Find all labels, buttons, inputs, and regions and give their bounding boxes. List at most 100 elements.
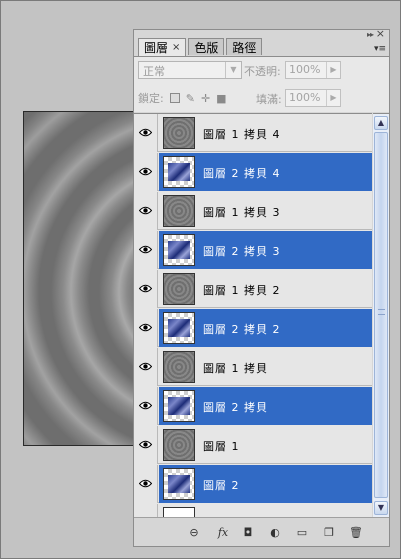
layer-name-area[interactable]: 圖層 2 拷貝 4 bbox=[159, 153, 372, 191]
layer-row[interactable]: 圖層 2 拷貝 4 bbox=[134, 153, 372, 191]
tab-layers[interactable]: 圖層 × bbox=[138, 38, 187, 56]
layer-row[interactable]: 圖層 2 拷貝 3 bbox=[134, 231, 372, 269]
mask-icon[interactable]: ◘ bbox=[241, 526, 255, 539]
lock-transparency-icon[interactable] bbox=[169, 93, 180, 103]
eye-icon bbox=[139, 479, 152, 488]
layer-name-area[interactable]: 背景 bbox=[159, 504, 372, 517]
panel-close-icon[interactable]: × bbox=[376, 28, 385, 40]
layer-list-scrollbar[interactable]: ▲ ▼ bbox=[373, 113, 389, 517]
layer-name: 圖層 1 拷貝 4 bbox=[203, 128, 281, 141]
layer-row[interactable]: 圖層 2 拷貝 bbox=[134, 387, 372, 425]
eye-icon bbox=[139, 245, 152, 254]
blend-mode-value: 正常 bbox=[143, 65, 165, 78]
scroll-down-icon[interactable]: ▼ bbox=[374, 501, 388, 515]
layer-name-area[interactable]: 圖層 2 拷貝 2 bbox=[159, 309, 372, 347]
link-icon[interactable]: ⊖ bbox=[187, 526, 201, 539]
trash-icon[interactable]: 🗑 bbox=[349, 526, 363, 539]
eye-icon bbox=[139, 323, 152, 332]
fill-slider-icon[interactable]: ▶ bbox=[326, 90, 340, 106]
layer-row[interactable]: 圖層 2 拷貝 2 bbox=[134, 309, 372, 347]
layer-name-area[interactable]: 圖層 1 拷貝 4 bbox=[159, 114, 372, 152]
visibility-toggle[interactable] bbox=[134, 309, 158, 347]
eye-icon bbox=[139, 206, 152, 215]
visibility-toggle[interactable] bbox=[134, 270, 158, 308]
layer-row[interactable]: 背景 bbox=[134, 504, 372, 517]
layer-name-area[interactable]: 圖層 1 拷貝 bbox=[159, 348, 372, 386]
collapse-icon[interactable]: ▸▸ bbox=[367, 31, 374, 39]
layer-name-area[interactable]: 圖層 2 拷貝 3 bbox=[159, 231, 372, 269]
tab-label: 圖層 bbox=[144, 41, 169, 55]
eye-icon bbox=[139, 362, 152, 371]
opacity-slider-icon[interactable]: ▶ bbox=[326, 62, 340, 78]
layer-name: 圖層 1 拷貝 2 bbox=[203, 284, 281, 297]
new-layer-icon[interactable]: ❐ bbox=[322, 526, 336, 539]
layer-thumbnail bbox=[163, 195, 195, 227]
scroll-thumb[interactable] bbox=[374, 132, 388, 498]
folder-icon[interactable]: ▭ bbox=[295, 526, 309, 539]
layer-name-area[interactable]: 圖層 1 拷貝 3 bbox=[159, 192, 372, 230]
layer-thumbnail bbox=[163, 312, 195, 344]
panel-tabs: 圖層 × 色版 路徑 bbox=[138, 38, 264, 56]
opacity-input[interactable]: 100% ▶ bbox=[285, 61, 341, 79]
lock-label: 鎖定: bbox=[138, 92, 164, 105]
layer-name: 圖層 1 bbox=[203, 440, 240, 453]
fill-label: 填滿: bbox=[256, 93, 282, 106]
layer-name-area[interactable]: 圖層 2 bbox=[159, 465, 372, 503]
lock-brush-icon[interactable]: ✎ bbox=[186, 92, 195, 105]
visibility-toggle[interactable] bbox=[134, 114, 158, 152]
opacity-value: 100% bbox=[289, 63, 321, 76]
visibility-toggle[interactable] bbox=[134, 426, 158, 464]
layer-options: 正常 ▼ 不透明: 100% ▶ 鎖定: ✎ ✛ ■ 填滿: 100% ▶ bbox=[134, 56, 389, 112]
layer-name: 圖層 1 拷貝 bbox=[203, 362, 268, 375]
lock-row: 鎖定: ✎ ✛ ■ bbox=[138, 89, 227, 107]
panel-menu-icon[interactable]: ▾≡ bbox=[374, 44, 386, 54]
visibility-toggle[interactable] bbox=[134, 192, 158, 230]
layer-name: 圖層 2 拷貝 3 bbox=[203, 245, 281, 258]
fx-icon[interactable]: fx bbox=[214, 526, 232, 539]
tab-channels[interactable]: 色版 bbox=[188, 38, 225, 55]
eye-icon bbox=[139, 440, 152, 449]
layer-name: 圖層 2 拷貝 bbox=[203, 401, 268, 414]
layer-row[interactable]: 圖層 1 拷貝 4 bbox=[134, 114, 372, 152]
tab-close-icon[interactable]: × bbox=[172, 42, 180, 53]
tab-paths[interactable]: 路徑 bbox=[226, 38, 263, 55]
layers-panel: ▸▸ × 圖層 × 色版 路徑 ▾≡ 正常 ▼ 不透明: 100% ▶ 鎖定: … bbox=[133, 28, 390, 547]
lock-move-icon[interactable]: ✛ bbox=[201, 92, 210, 105]
layer-row[interactable]: 圖層 2 bbox=[134, 465, 372, 503]
layer-row[interactable]: 圖層 1 拷貝 3 bbox=[134, 192, 372, 230]
visibility-toggle[interactable] bbox=[134, 465, 158, 503]
visibility-toggle[interactable] bbox=[134, 387, 158, 425]
layer-name: 圖層 2 bbox=[203, 479, 240, 492]
adjustment-icon[interactable]: ◐ bbox=[268, 526, 282, 539]
eye-icon bbox=[139, 128, 152, 137]
layer-thumbnail bbox=[163, 351, 195, 383]
layer-name-area[interactable]: 圖層 1 拷貝 2 bbox=[159, 270, 372, 308]
panel-footer: ⊖ fx ◘ ◐ ▭ ❐ 🗑 bbox=[134, 517, 389, 546]
layer-row[interactable]: 圖層 1 拷貝 bbox=[134, 348, 372, 386]
visibility-toggle[interactable] bbox=[134, 231, 158, 269]
layer-row[interactable]: 圖層 1 拷貝 2 bbox=[134, 270, 372, 308]
eye-icon bbox=[139, 167, 152, 176]
lock-all-icon[interactable]: ■ bbox=[216, 92, 226, 105]
layer-thumbnail bbox=[163, 234, 195, 266]
scroll-up-icon[interactable]: ▲ bbox=[374, 116, 388, 130]
layer-thumbnail bbox=[163, 156, 195, 188]
layer-name-area[interactable]: 圖層 2 拷貝 bbox=[159, 387, 372, 425]
chevron-down-icon[interactable]: ▼ bbox=[225, 62, 241, 78]
layer-name-area[interactable]: 圖層 1 bbox=[159, 426, 372, 464]
layer-thumbnail bbox=[163, 273, 195, 305]
layer-thumbnail bbox=[163, 468, 195, 500]
layer-name: 圖層 2 拷貝 4 bbox=[203, 167, 281, 180]
grip-icon bbox=[378, 309, 385, 315]
visibility-toggle[interactable] bbox=[134, 348, 158, 386]
layer-row[interactable]: 圖層 1 bbox=[134, 426, 372, 464]
tab-label: 路徑 bbox=[232, 40, 257, 55]
opacity-label: 不透明: bbox=[244, 65, 281, 78]
layer-thumbnail bbox=[163, 117, 195, 149]
layer-name: 圖層 1 拷貝 3 bbox=[203, 206, 281, 219]
fill-input[interactable]: 100% ▶ bbox=[285, 89, 341, 107]
visibility-toggle[interactable] bbox=[134, 153, 158, 191]
eye-icon bbox=[139, 284, 152, 293]
blend-mode-select[interactable]: 正常 ▼ bbox=[138, 61, 242, 79]
visibility-toggle[interactable] bbox=[134, 504, 158, 517]
